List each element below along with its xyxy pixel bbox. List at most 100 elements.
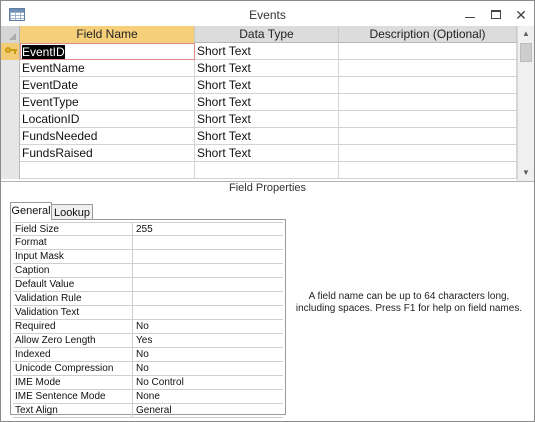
table-row: LocationID Short Text	[1, 111, 517, 128]
help-text: A field name can be up to 64 characters …	[295, 291, 523, 314]
property-value[interactable]: No	[134, 362, 283, 376]
description-cell[interactable]	[339, 94, 517, 111]
field-name-cell[interactable]: LocationID	[20, 111, 195, 128]
close-button[interactable]: ✕	[511, 5, 531, 25]
description-cell[interactable]	[339, 111, 517, 128]
scroll-up-button[interactable]: ▲	[518, 26, 534, 42]
property-row[interactable]: Required No	[13, 320, 283, 334]
row-selector[interactable]	[1, 94, 20, 111]
data-type-cell[interactable]: Short Text	[195, 94, 339, 111]
property-label: Caption	[13, 264, 133, 278]
field-name-cell[interactable]: EventDate	[20, 77, 195, 94]
property-row[interactable]: IME Sentence Mode None	[13, 390, 283, 404]
minimize-button[interactable]	[460, 5, 480, 25]
property-row[interactable]: Input Mask	[13, 250, 283, 264]
property-value[interactable]	[134, 306, 283, 320]
property-value[interactable]: None	[134, 390, 283, 404]
property-row[interactable]: Default Value	[13, 278, 283, 292]
vertical-scrollbar[interactable]: ▲ ▼	[517, 26, 534, 181]
row-selector[interactable]	[1, 128, 20, 145]
property-label: Required	[13, 320, 133, 334]
chevron-up-icon: ▲	[522, 29, 530, 38]
scroll-thumb[interactable]	[520, 43, 532, 62]
header-description[interactable]: Description (Optional)	[339, 26, 517, 43]
property-row[interactable]: Caption	[13, 264, 283, 278]
description-cell[interactable]	[339, 162, 517, 179]
data-type-cell[interactable]: Short Text	[195, 77, 339, 94]
data-type-cell[interactable]: Short Text	[195, 111, 339, 128]
data-type-cell[interactable]	[195, 162, 339, 179]
property-row[interactable]: IME Mode No Control	[13, 376, 283, 390]
property-row[interactable]: Field Size 255	[13, 222, 283, 237]
field-name-cell[interactable]: FundsNeeded	[20, 128, 195, 145]
row-selector[interactable]	[1, 162, 20, 179]
row-selector[interactable]	[1, 111, 20, 128]
table-row	[1, 162, 517, 179]
property-row[interactable]: Indexed No	[13, 348, 283, 362]
property-value[interactable]: General	[134, 404, 283, 418]
description-cell[interactable]	[339, 60, 517, 77]
property-value[interactable]	[134, 292, 283, 306]
row-selector[interactable]	[1, 77, 20, 94]
row-selector[interactable]	[1, 60, 20, 77]
table-row: FundsRaised Short Text	[1, 145, 517, 162]
field-name-cell[interactable]: EventID	[20, 43, 195, 60]
property-label: IME Mode	[13, 376, 133, 390]
property-label: Allow Zero Length	[13, 334, 133, 348]
property-value[interactable]: No	[134, 320, 283, 334]
row-selector[interactable]	[1, 43, 20, 60]
row-selector[interactable]	[1, 145, 20, 162]
property-label: Input Mask	[13, 250, 133, 264]
chevron-down-icon: ▼	[522, 168, 530, 177]
field-name-text: EventID	[22, 45, 65, 59]
field-name-cell[interactable]: EventName	[20, 60, 195, 77]
table-row: EventType Short Text	[1, 94, 517, 111]
property-row[interactable]: Allow Zero Length Yes	[13, 334, 283, 348]
field-properties-title: Field Properties	[228, 182, 307, 194]
property-row[interactable]: Validation Rule	[13, 292, 283, 306]
property-value[interactable]: 255	[134, 223, 283, 237]
window-title: Events	[249, 8, 286, 22]
property-value[interactable]: No	[134, 348, 283, 362]
field-name-cell[interactable]: FundsRaised	[20, 145, 195, 162]
minimize-icon	[465, 17, 475, 18]
property-value[interactable]: No Control	[134, 376, 283, 390]
property-label: Default Value	[13, 278, 133, 292]
property-row[interactable]: Validation Text	[13, 306, 283, 320]
data-type-cell[interactable]: Short Text	[195, 43, 339, 60]
property-value[interactable]	[134, 250, 283, 264]
property-value[interactable]	[134, 264, 283, 278]
property-label: Unicode Compression	[13, 362, 133, 376]
description-cell[interactable]	[339, 145, 517, 162]
properties-grid: Field Size 255 Format Input Mask Caption…	[10, 219, 286, 418]
header-field-name[interactable]: Field Name	[20, 26, 195, 43]
scroll-down-button[interactable]: ▼	[518, 165, 534, 181]
property-value[interactable]	[134, 278, 283, 292]
property-row[interactable]: Format	[13, 236, 283, 250]
property-label: Format	[13, 236, 133, 250]
description-cell[interactable]	[339, 128, 517, 145]
field-name-cell[interactable]: EventType	[20, 94, 195, 111]
description-cell[interactable]	[339, 43, 517, 60]
property-label: Field Size	[13, 223, 133, 237]
grid-header: Field Name Data Type Description (Option…	[1, 26, 517, 43]
data-type-cell[interactable]: Short Text	[195, 145, 339, 162]
field-name-cell[interactable]	[20, 162, 195, 179]
property-value[interactable]: Yes	[134, 334, 283, 348]
data-type-cell[interactable]: Short Text	[195, 128, 339, 145]
property-label: Validation Rule	[13, 292, 133, 306]
property-label: Validation Text	[13, 306, 133, 320]
property-value[interactable]	[134, 236, 283, 250]
table-row: EventDate Short Text	[1, 77, 517, 94]
tab-general[interactable]: General	[10, 202, 52, 220]
maximize-button[interactable]	[486, 5, 506, 25]
primary-key-icon	[5, 47, 17, 56]
description-cell[interactable]	[339, 77, 517, 94]
header-data-type[interactable]: Data Type	[195, 26, 339, 43]
maximize-icon	[491, 10, 501, 19]
data-type-cell[interactable]: Short Text	[195, 60, 339, 77]
select-all-corner[interactable]	[1, 26, 20, 43]
property-row[interactable]: Unicode Compression No	[13, 362, 283, 376]
property-label: Indexed	[13, 348, 133, 362]
property-row[interactable]: Text Align General	[13, 404, 283, 418]
